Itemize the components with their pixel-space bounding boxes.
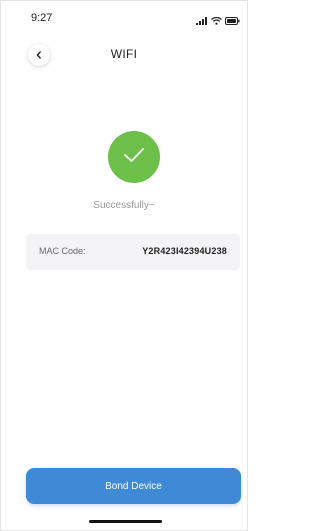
signal-icon (196, 12, 208, 30)
mac-code-card: MAC Code: Y2R423I42394U238 (26, 234, 240, 270)
home-indicator[interactable] (89, 520, 162, 523)
page-title: WIFI (110, 47, 138, 61)
bond-device-label: Bond Device (105, 480, 162, 492)
success-message: Successfully~ (93, 200, 155, 211)
status-time: 9:27 (31, 12, 53, 24)
mac-code-value: Y2R423I42394U238 (142, 246, 227, 256)
battery-icon (225, 12, 240, 30)
nav-header: WIFI (1, 38, 247, 72)
status-bar: 9:27 (1, 1, 247, 37)
app-screen: 9:27 WIFI Successfully~ MAC Code: Y2R423… (0, 0, 248, 531)
status-icons (196, 12, 240, 30)
bond-device-button[interactable]: Bond Device (26, 468, 241, 504)
wifi-icon (211, 12, 222, 30)
mac-code-label: MAC Code: (39, 246, 86, 256)
success-badge (108, 131, 160, 183)
checkmark-icon (123, 147, 145, 168)
